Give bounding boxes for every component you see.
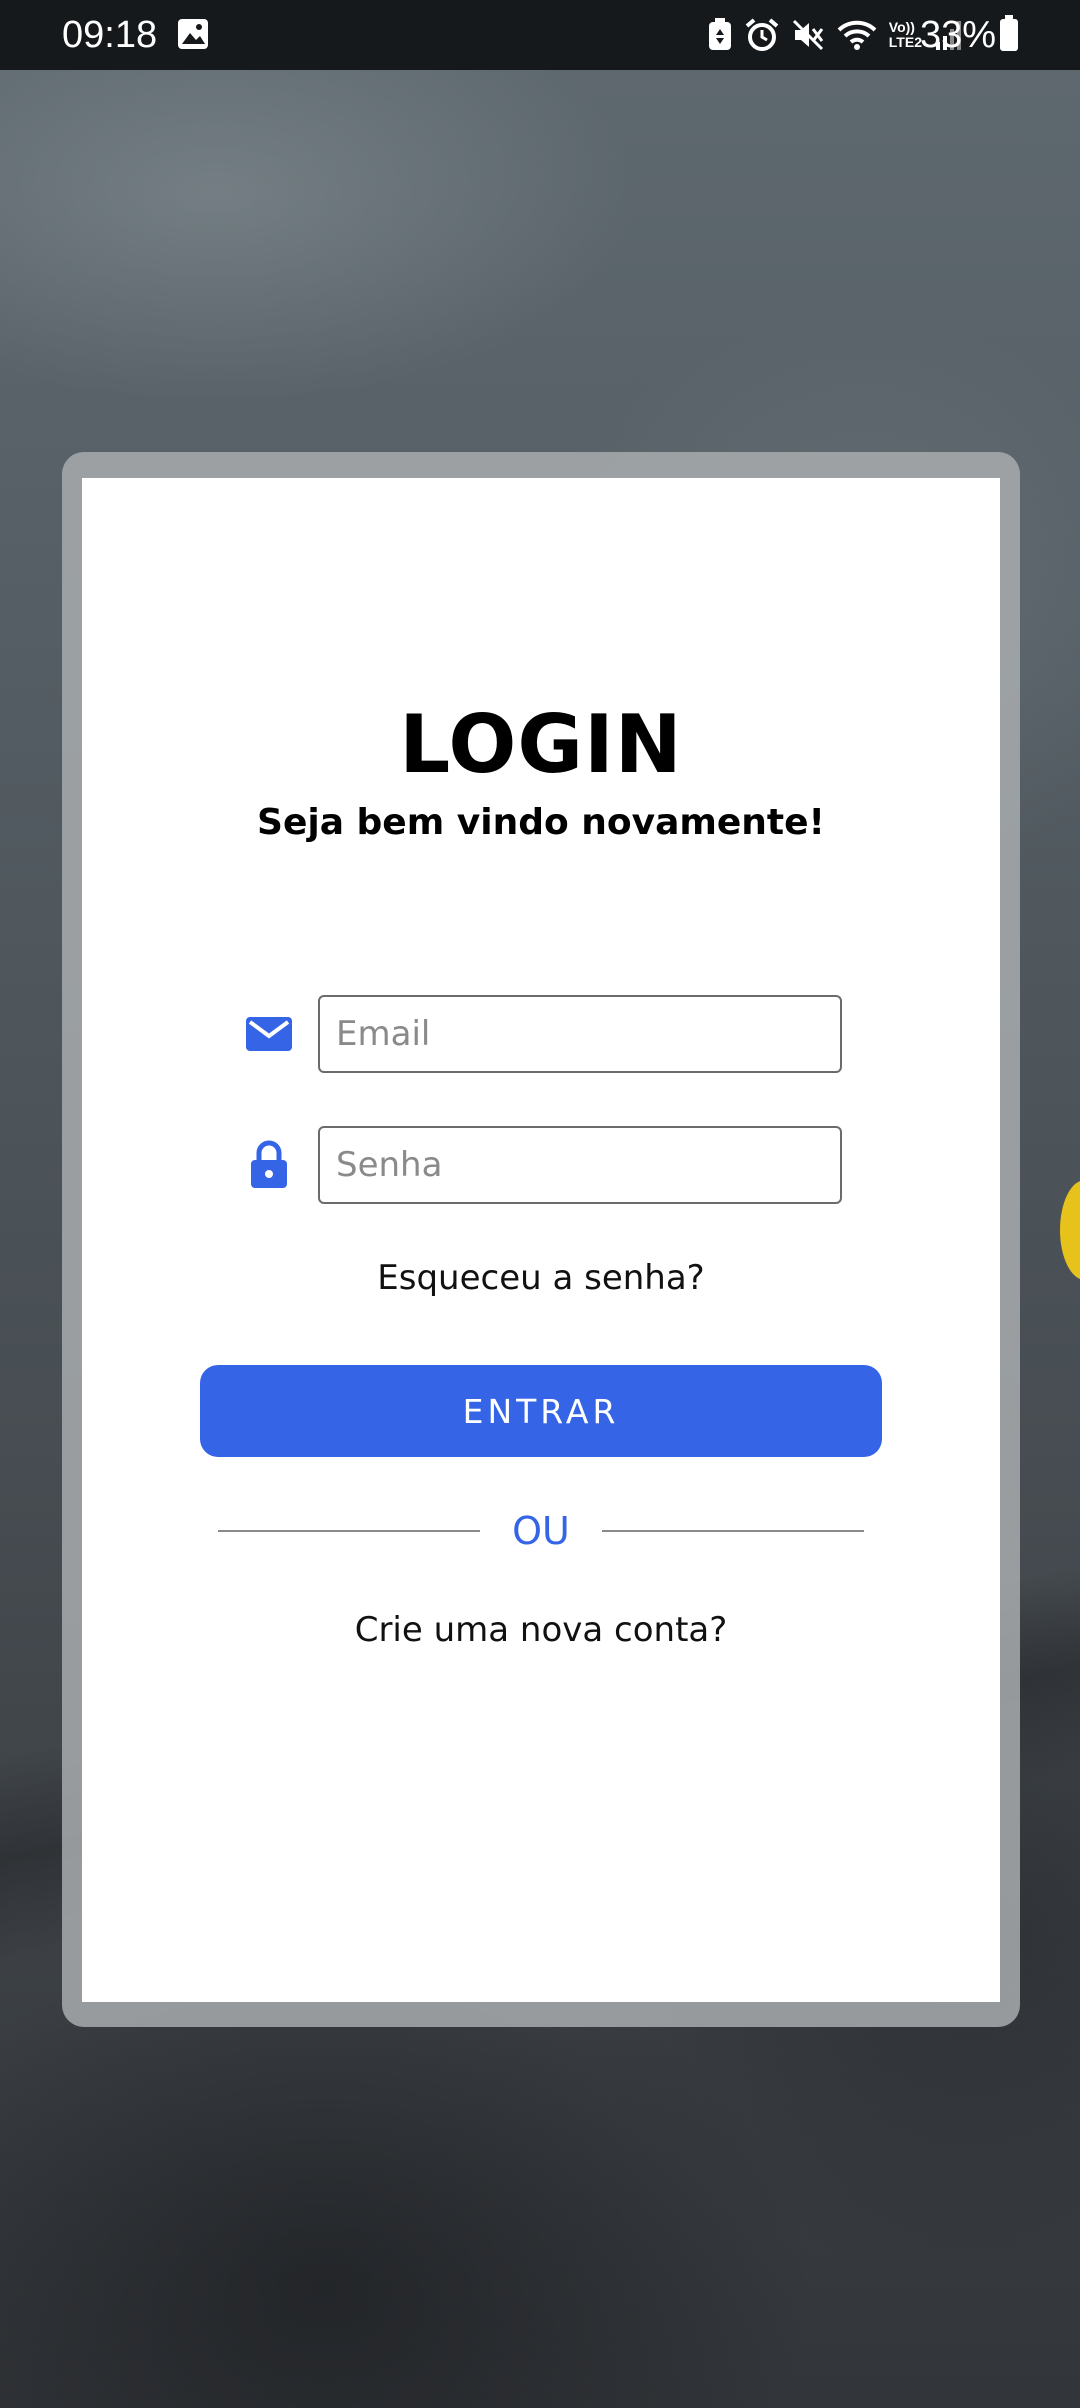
- login-title: LOGIN: [399, 698, 683, 791]
- wifi-icon: [837, 18, 877, 52]
- volte-label: Vo)): [888, 19, 915, 35]
- image-icon: [176, 17, 210, 51]
- status-time: 09:18: [62, 14, 158, 56]
- login-subtitle: Seja bem vindo novamente!: [257, 802, 825, 843]
- login-card: LOGIN Seja bem vindo novamente! Esqueceu…: [82, 478, 1000, 2002]
- battery-percent: 33%: [919, 14, 996, 56]
- enter-button[interactable]: ENTRAR: [200, 1365, 882, 1457]
- divider-line-right: [602, 1530, 864, 1532]
- password-input[interactable]: [318, 1126, 842, 1204]
- battery-icon: [1000, 15, 1018, 51]
- email-row: [82, 995, 1000, 1073]
- password-row: [82, 1126, 1000, 1204]
- volte-lte2-icon: Vo)) LTE2: [889, 20, 922, 50]
- email-input[interactable]: [318, 995, 842, 1073]
- forgot-password-link[interactable]: Esqueceu a senha?: [82, 1256, 1000, 1300]
- mute-icon: [791, 18, 825, 52]
- battery-status: 33%: [920, 10, 1018, 60]
- lte-label: LTE2: [888, 34, 922, 50]
- status-bar: 09:18 Vo)) LTE2 33%: [0, 0, 1080, 70]
- lock-icon: [242, 1138, 296, 1192]
- battery-saver-icon: [707, 18, 733, 52]
- create-account-link[interactable]: Crie uma nova conta?: [82, 1608, 1000, 1652]
- alarm-icon: [745, 18, 779, 52]
- email-icon: [242, 1007, 296, 1061]
